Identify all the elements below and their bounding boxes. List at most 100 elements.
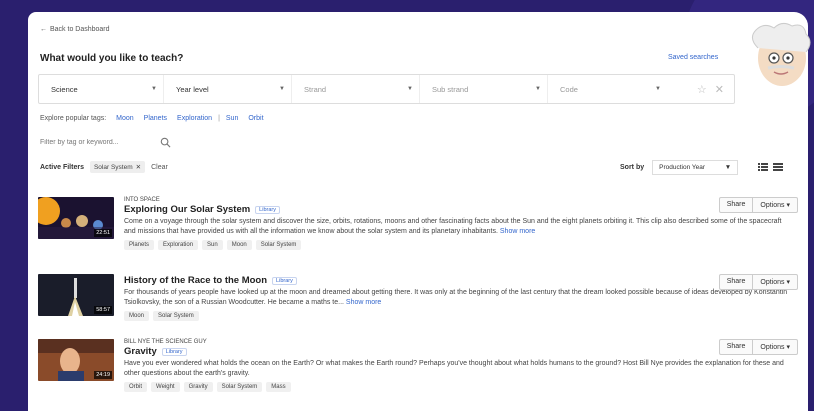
keyword-input[interactable]	[40, 139, 160, 146]
options-button[interactable]: Options ▾	[752, 275, 797, 289]
filter-chip[interactable]: Solar System ✕	[89, 161, 146, 173]
video-thumbnail[interactable]: 24:19	[38, 339, 114, 381]
list-view-icon[interactable]	[758, 162, 768, 172]
result-title[interactable]: History of the Race to the Moon	[124, 275, 267, 286]
result-tag[interactable]: Planets	[124, 240, 155, 250]
select-actions: ☆ ✕	[697, 83, 724, 96]
sort-label: Sort by	[620, 164, 645, 171]
sort-select[interactable]: Production Year ▼	[652, 160, 739, 175]
result-title-row: History of the Race to the Moon Library	[124, 275, 788, 286]
result-tag[interactable]: Orbit	[124, 382, 148, 392]
options-label: Options	[760, 202, 785, 209]
tag-separator: |	[218, 115, 220, 122]
result-body: History of the Race to the Moon Library …	[124, 274, 788, 321]
description-text: For thousands of years people have looke…	[124, 289, 788, 306]
result-tag[interactable]: Weight	[151, 382, 180, 392]
sort-control: Sort by Production Year ▼	[620, 160, 739, 175]
options-label: Options	[760, 279, 785, 286]
popular-tag-planets[interactable]: Planets	[144, 115, 167, 122]
close-icon[interactable]: ✕	[136, 163, 141, 171]
duration-badge: 24:19	[94, 371, 112, 379]
subject-select[interactable]: Science ▼	[39, 75, 163, 103]
strand-select[interactable]: Strand ▼	[291, 75, 419, 103]
share-button[interactable]: Share	[720, 275, 753, 289]
result-description: For thousands of years people have looke…	[124, 288, 788, 308]
back-link[interactable]: ← Back to Dashboard	[40, 26, 110, 33]
result-body: INTO SPACE Exploring Our Solar System Li…	[124, 197, 788, 250]
result-tag[interactable]: Solar System	[255, 240, 302, 250]
back-label: Back to Dashboard	[50, 26, 110, 33]
result-title[interactable]: Gravity	[124, 346, 157, 357]
level-value: Year level	[176, 84, 209, 94]
popular-tag-sun[interactable]: Sun	[226, 115, 238, 122]
library-badge: Library	[161, 347, 187, 356]
popular-tags-label: Explore popular tags:	[40, 115, 107, 122]
result-description: Have you ever wondered what holds the oc…	[124, 359, 788, 379]
chevron-down-icon: ▼	[655, 86, 661, 92]
options-button[interactable]: Options ▾	[752, 340, 797, 354]
result-tags: Orbit Weight Gravity Solar System Mass	[124, 382, 788, 392]
result-actions: Share Options ▾	[718, 274, 798, 290]
result-tag[interactable]: Gravity	[183, 382, 213, 392]
share-button[interactable]: Share	[720, 198, 753, 212]
series-name: BILL NYE THE SCIENCE GUY	[124, 339, 207, 345]
scientist-mascot-icon	[752, 22, 811, 86]
chevron-down-icon: ▼	[535, 86, 541, 92]
library-badge: Library	[255, 205, 280, 214]
share-button[interactable]: Share	[720, 340, 753, 354]
result-tag[interactable]: Solar System	[216, 382, 263, 392]
options-button[interactable]: Options ▾	[752, 198, 797, 212]
level-select[interactable]: Year level ▼	[163, 75, 291, 103]
result-title[interactable]: Exploring Our Solar System	[124, 204, 250, 215]
chevron-down-icon: ▼	[151, 86, 157, 92]
filter-chip-label: Solar System	[93, 163, 133, 171]
popular-tag-exploration[interactable]: Exploration	[177, 115, 212, 122]
close-icon[interactable]: ✕	[715, 83, 724, 96]
result-actions: Share Options ▾	[718, 339, 798, 355]
options-label: Options	[760, 344, 785, 351]
show-more-link[interactable]: Show more	[346, 299, 381, 306]
result-tag[interactable]: Moon	[124, 311, 150, 321]
result-tag[interactable]: Sun	[202, 240, 223, 250]
compact-view-icon[interactable]	[773, 162, 783, 172]
result-description: Come on a voyage through the solar syste…	[124, 217, 788, 237]
star-icon[interactable]: ☆	[697, 83, 707, 96]
result-title-row: Exploring Our Solar System Library	[124, 204, 788, 215]
sub-strand-select[interactable]: Sub strand ▼	[419, 75, 547, 103]
description-text: Have you ever wondered what holds the oc…	[124, 360, 784, 377]
active-filters-label: Active Filters	[40, 163, 84, 171]
sort-value: Production Year	[659, 164, 706, 171]
keyword-filter	[40, 137, 180, 148]
result-title-row: Gravity Library	[124, 346, 788, 357]
video-thumbnail[interactable]: 22:51	[38, 197, 114, 239]
popular-tags: Explore popular tags: Moon Planets Explo…	[40, 115, 264, 122]
popular-tag-orbit[interactable]: Orbit	[248, 115, 263, 122]
search-icon[interactable]	[160, 137, 171, 148]
duration-badge: 58:57	[94, 306, 112, 314]
strand-value: Strand	[304, 84, 327, 94]
code-select[interactable]: Code ▼	[547, 75, 667, 103]
video-thumbnail[interactable]: 58:57	[38, 274, 114, 316]
result-tag[interactable]: Exploration	[158, 240, 199, 250]
filter-selects: Science ▼ Year level ▼ Strand ▼ Sub stra…	[38, 74, 735, 104]
result-tag[interactable]: Mass	[266, 382, 291, 392]
clear-filters-link[interactable]: Clear	[151, 164, 168, 171]
result-body: BILL NYE THE SCIENCE GUY Gravity Library…	[124, 339, 788, 392]
series-name: INTO SPACE	[124, 197, 160, 203]
saved-searches-link[interactable]: Saved searches	[668, 54, 718, 61]
back-arrow-icon: ←	[40, 26, 47, 33]
show-more-link[interactable]: Show more	[500, 228, 535, 235]
chevron-down-icon: ▼	[724, 164, 732, 171]
view-toggle	[758, 162, 783, 172]
duration-badge: 22:51	[94, 229, 112, 237]
active-filters: Active Filters Solar System ✕ Clear	[40, 161, 168, 173]
page-title: What would you like to teach?	[40, 53, 184, 64]
result-tag[interactable]: Moon	[226, 240, 252, 250]
result-actions: Share Options ▾	[718, 197, 798, 213]
result-tags: Moon Solar System	[124, 311, 788, 321]
code-value: Code	[560, 84, 578, 94]
result-tag[interactable]: Solar System	[153, 311, 199, 321]
chevron-down-icon: ▼	[279, 86, 285, 92]
popular-tag-moon[interactable]: Moon	[116, 115, 134, 122]
description-text: Come on a voyage through the solar syste…	[124, 218, 782, 235]
